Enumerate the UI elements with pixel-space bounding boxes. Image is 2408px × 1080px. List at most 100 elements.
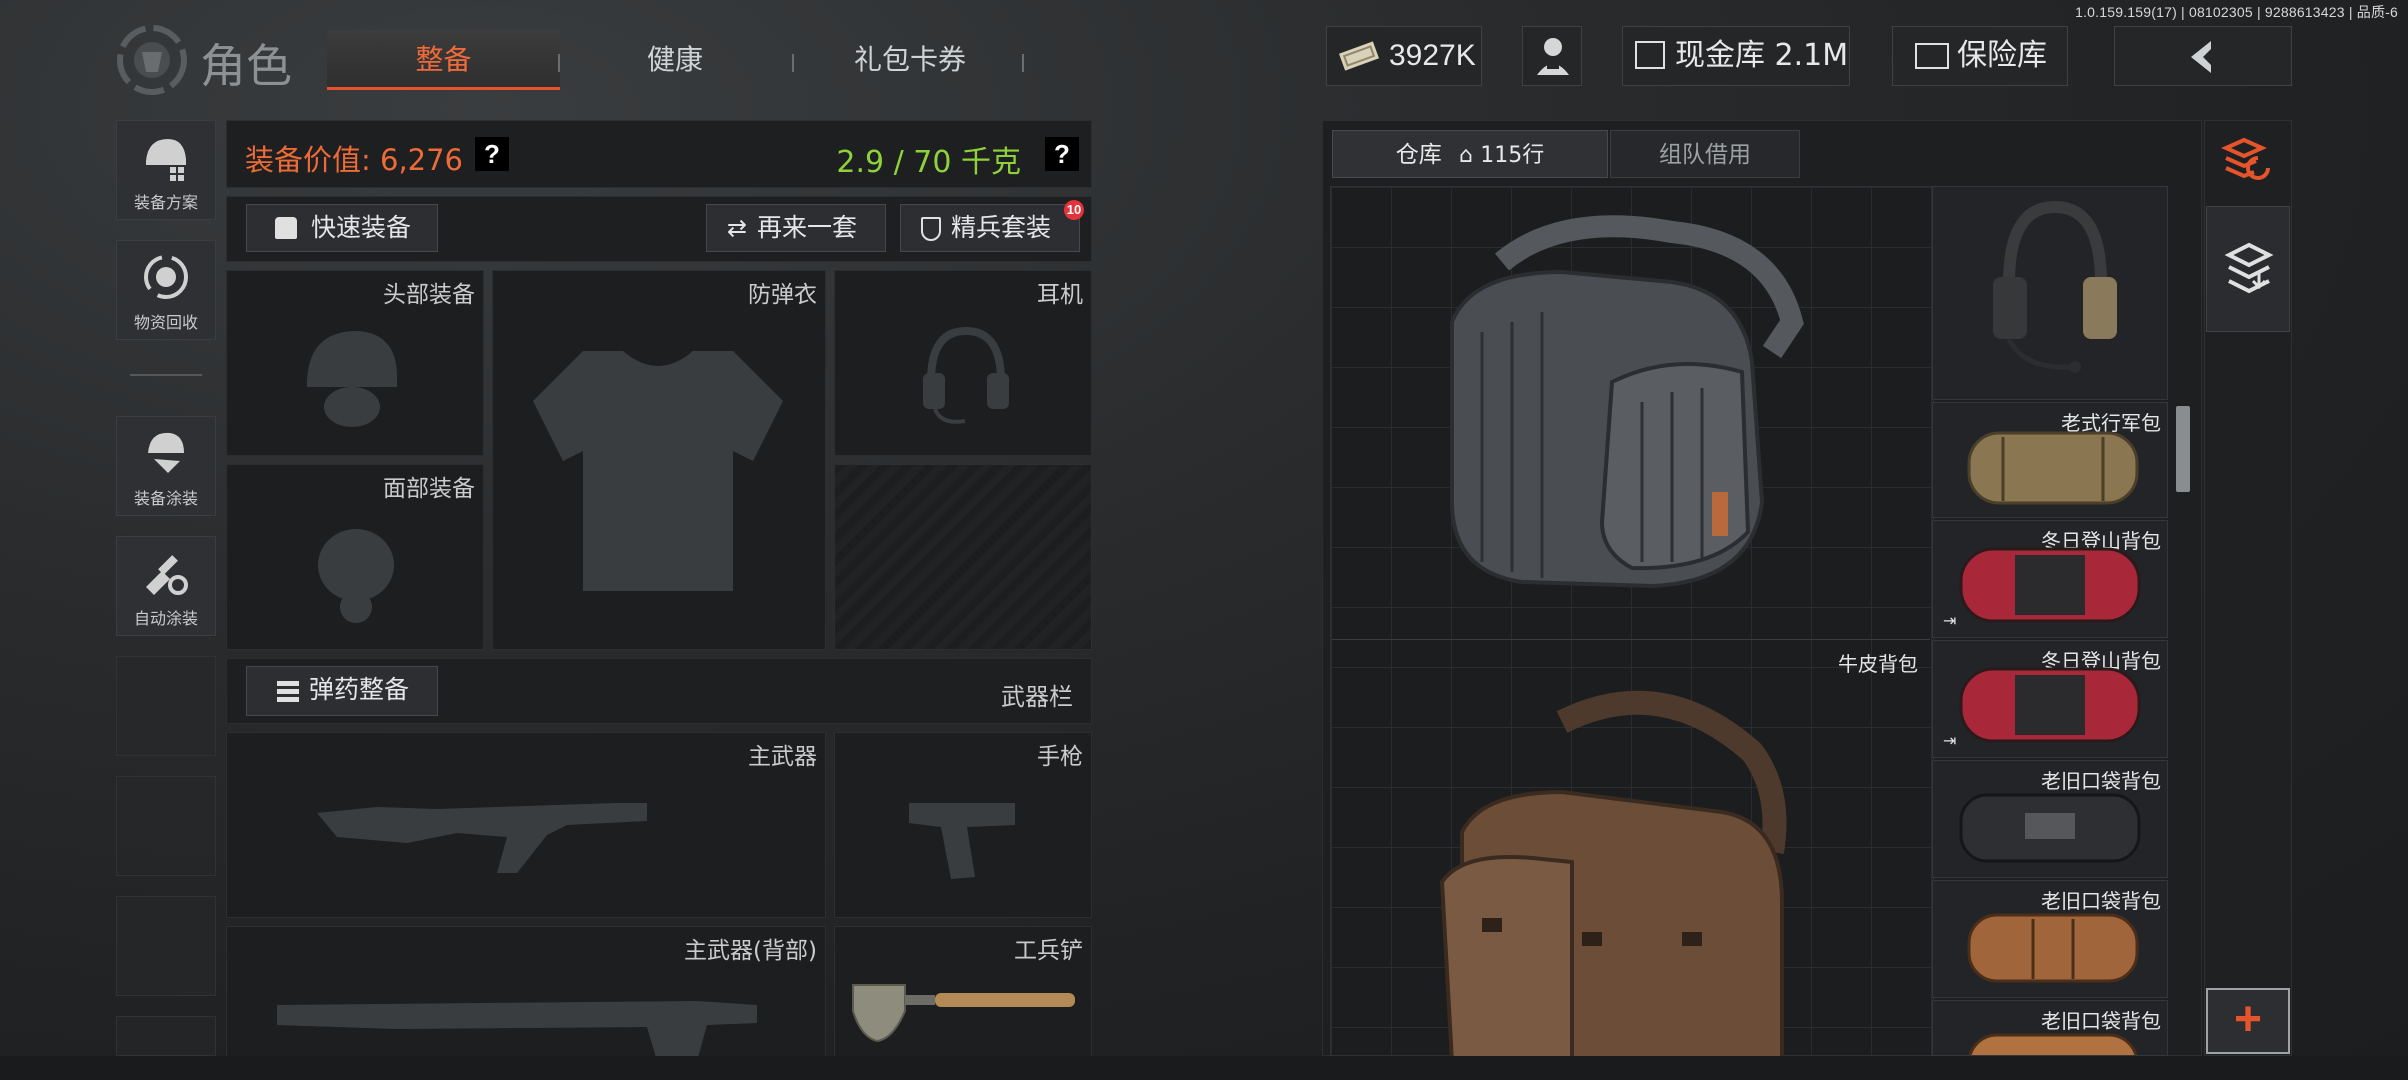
money-display[interactable]: 3927K — [1326, 26, 1482, 86]
recycle-icon — [144, 255, 188, 299]
tab-equip[interactable]: 整备 — [327, 30, 560, 90]
rail-empty-slot — [116, 656, 216, 756]
ammo-equip-button[interactable]: 弹药整备 — [246, 666, 438, 716]
gear-paint-button[interactable]: 装备涂装 — [116, 416, 216, 516]
sort-stack-button[interactable] — [2216, 126, 2280, 190]
auto-paint-icon — [146, 555, 188, 595]
leather-backpack-icon — [1439, 690, 1787, 1056]
locked-slot — [834, 464, 1092, 650]
equip-again-label: 再来一套 — [757, 213, 858, 242]
side-item-2[interactable]: 冬日登山背包 ⇥ — [1932, 520, 2168, 638]
trader-button[interactable] — [1522, 26, 1582, 86]
rail-empty-slot — [116, 1016, 216, 1056]
helmet-silhouette-icon — [307, 331, 397, 427]
helmet-plan-icon — [146, 139, 186, 181]
rail-empty-slot — [116, 776, 216, 876]
deposit-stack-icon — [2224, 242, 2274, 294]
cash-vault-button[interactable]: 现金库 2.1M — [1622, 26, 1850, 86]
pistol-silhouette-icon — [909, 803, 1015, 879]
auto-paint-label: 自动涂装 — [133, 609, 198, 628]
pistol-label: 手枪 — [1037, 744, 1083, 770]
trader-icon — [1537, 38, 1569, 75]
deposit-button[interactable] — [2206, 206, 2290, 332]
red-backpack-icon — [1959, 547, 2141, 623]
weapon-bar-label: 武器栏 — [1001, 683, 1073, 711]
gear-plan-label: 装备方案 — [133, 193, 198, 212]
brown-pocket-bag-icon — [1968, 1033, 2138, 1055]
back-weapon-slot[interactable]: 主武器(背部) — [226, 926, 826, 1061]
gear-paint-label: 装备涂装 — [133, 489, 198, 508]
brown-pocket-bag-icon — [1967, 913, 2139, 983]
primary-weapon-slot[interactable]: 主武器 — [226, 732, 826, 918]
back-weapon-label: 主武器(背部) — [684, 938, 817, 964]
ammo-equip-label: 弹药整备 — [309, 675, 410, 704]
storage-scrollbar[interactable] — [2176, 406, 2190, 492]
head-gear-label: 头部装备 — [383, 282, 475, 308]
leather-bag-item[interactable]: 牛皮背包 — [1332, 642, 1930, 1056]
value-help-button[interactable]: ? — [475, 137, 509, 171]
weight-help-button[interactable]: ? — [1045, 137, 1079, 171]
storage-rows: 115行 — [1480, 143, 1545, 168]
weight-indicator: 2.9 / 70 千克 — [836, 145, 1021, 180]
export-icon: ⇥ — [1943, 613, 1957, 630]
auto-paint-button[interactable]: 自动涂装 — [116, 536, 216, 636]
shield-icon — [921, 217, 941, 241]
recycle-label: 物资回收 — [133, 313, 198, 332]
version-info: 1.0.159.159(17) | 08102305 | 9288613423 … — [2075, 4, 2398, 20]
tab-storage[interactable]: 仓库 ⌂ 115行 — [1332, 130, 1608, 178]
side-item-1[interactable]: 老式行军包 — [1932, 402, 2168, 518]
home-icon: ⌂ — [1459, 143, 1473, 168]
tab-divider — [558, 54, 560, 72]
paint-gear-icon — [148, 432, 184, 473]
elite-set-button[interactable]: 精兵套装 — [900, 204, 1080, 252]
equip-again-button[interactable]: ⇄ 再来一套 — [706, 204, 886, 252]
plus-icon: + — [2233, 993, 2263, 1046]
rail-divider — [130, 374, 202, 376]
shovel-label: 工兵铲 — [1014, 938, 1083, 964]
rifle-back-silhouette-icon — [277, 1001, 757, 1061]
tab-gift-cards[interactable]: 礼包卡券 — [820, 30, 1000, 90]
pistol-slot[interactable]: 手枪 — [834, 732, 1092, 918]
vest-silhouette-icon — [533, 351, 783, 591]
side-item-6[interactable]: 老旧口袋背包 — [1932, 1000, 2168, 1056]
safe-icon — [1915, 43, 1949, 69]
elite-badge: 10 — [1064, 200, 1084, 220]
safe-box-button[interactable]: 保险库 — [1892, 26, 2068, 86]
vault-icon — [1635, 41, 1665, 69]
tab-health[interactable]: 健康 — [600, 30, 750, 90]
safe-box-label: 保险库 — [1957, 38, 2047, 73]
quick-equip-button[interactable]: 快速装备 — [246, 204, 438, 252]
back-arrow-icon — [2191, 41, 2211, 73]
black-pocket-bag-icon — [1959, 793, 2141, 863]
headset-slot[interactable]: 耳机 — [834, 270, 1092, 456]
character-logo-icon — [114, 22, 198, 98]
grey-tactical-bag-item[interactable] — [1332, 188, 1930, 640]
duffel-bag-icon — [1967, 431, 2139, 505]
side-item-5[interactable]: 老旧口袋背包 — [1932, 880, 2168, 998]
head-gear-slot[interactable]: 头部装备 — [226, 270, 484, 456]
add-storage-button[interactable]: + — [2206, 988, 2290, 1054]
tactical-bag-icon — [1450, 215, 1804, 589]
face-gear-label: 面部装备 — [383, 476, 475, 502]
recycle-button[interactable]: 物资回收 — [116, 240, 216, 340]
tab-divider — [1022, 54, 1024, 72]
export-icon: ⇥ — [1943, 733, 1957, 750]
tab-team-borrow[interactable]: 组队借用 — [1610, 130, 1800, 178]
page-title: 角色 — [200, 39, 292, 93]
side-item-4[interactable]: 老旧口袋背包 — [1932, 760, 2168, 878]
headset-silhouette-icon — [923, 326, 1009, 424]
face-gear-slot[interactable]: 面部装备 — [226, 464, 484, 650]
tab-divider — [792, 54, 794, 72]
back-button[interactable] — [2114, 26, 2292, 86]
headset-item[interactable] — [1932, 186, 2168, 400]
gas-mask-silhouette-icon — [318, 529, 394, 623]
headset-label: 耳机 — [1037, 282, 1083, 308]
gear-plan-button[interactable]: 装备方案 — [116, 120, 216, 220]
armor-slot[interactable]: 防弹衣 — [492, 270, 826, 650]
shovel-slot[interactable]: 工兵铲 — [834, 926, 1092, 1060]
cash-stack-icon — [1339, 39, 1379, 78]
armor-label: 防弹衣 — [748, 282, 817, 308]
equipment-summary-bar: 装备价值: 6,276 ? 2.9 / 70 千克 ? — [226, 120, 1092, 188]
side-item-3[interactable]: 冬日登山背包 ⇥ — [1932, 640, 2168, 758]
red-backpack-icon — [1959, 667, 2141, 743]
